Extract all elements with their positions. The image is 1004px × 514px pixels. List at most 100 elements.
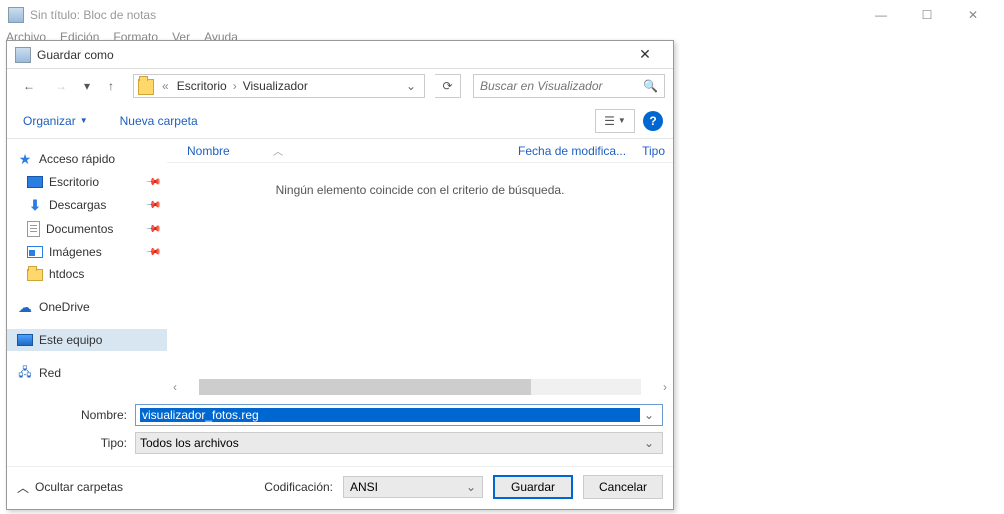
notepad-icon bbox=[8, 7, 24, 23]
new-folder-button[interactable]: Nueva carpeta bbox=[114, 110, 204, 132]
nav-this-pc-label: Este equipo bbox=[39, 333, 102, 347]
close-button[interactable]: ✕ bbox=[950, 0, 996, 30]
notepad-titlebar[interactable]: Sin título: Bloc de notas — ☐ ✕ bbox=[0, 0, 1004, 30]
encoding-select[interactable]: ANSI ⌄ bbox=[343, 476, 483, 498]
nav-item-imagenes[interactable]: Imágenes 📌 bbox=[7, 241, 167, 263]
encoding-dropdown[interactable]: ⌄ bbox=[466, 480, 476, 494]
view-controls: ☰ ▼ ? bbox=[595, 109, 663, 133]
filename-input[interactable]: visualizador_fotos.reg ⌄ bbox=[135, 404, 663, 426]
scrollbar-track[interactable] bbox=[199, 379, 641, 395]
nav-network-label: Red bbox=[39, 366, 61, 380]
download-icon: ⬇ bbox=[27, 197, 43, 213]
column-modified[interactable]: Fecha de modifica... bbox=[510, 144, 634, 158]
desktop-icon bbox=[27, 176, 43, 188]
file-list-header: Nombre ︿ Fecha de modifica... Tipo bbox=[167, 139, 673, 163]
nav-item-label: Imágenes bbox=[49, 245, 102, 259]
nav-item-label: Escritorio bbox=[49, 175, 99, 189]
filename-label: Nombre: bbox=[17, 408, 135, 422]
dialog-fields: Nombre: visualizador_fotos.reg ⌄ Tipo: T… bbox=[7, 396, 673, 466]
column-name-label: Nombre bbox=[187, 144, 230, 158]
cancel-button[interactable]: Cancelar bbox=[583, 475, 663, 499]
star-icon: ★ bbox=[17, 151, 33, 167]
dialog-icon bbox=[15, 47, 31, 63]
nav-item-escritorio[interactable]: Escritorio 📌 bbox=[7, 171, 167, 193]
onedrive-icon: ☁ bbox=[17, 299, 33, 315]
pc-icon bbox=[17, 334, 33, 346]
chevron-up-icon: ︿ bbox=[17, 479, 29, 496]
footer-right: Codificación: ANSI ⌄ Guardar Cancelar bbox=[264, 475, 663, 499]
pin-icon: 📌 bbox=[144, 221, 161, 238]
help-button[interactable]: ? bbox=[643, 111, 663, 131]
dialog-navbar: ← → ▾ ↑ « Escritorio › Visualizador ⌄ ⟳ … bbox=[7, 69, 673, 103]
organize-button[interactable]: Organizar ▼ bbox=[17, 110, 94, 132]
save-as-dialog: Guardar como ✕ ← → ▾ ↑ « Escritorio › Vi… bbox=[6, 40, 674, 510]
breadcrumb-visualizador[interactable]: Visualizador bbox=[239, 79, 312, 93]
hide-folders-label: Ocultar carpetas bbox=[35, 480, 123, 494]
column-name[interactable]: Nombre ︿ bbox=[179, 143, 510, 158]
folder-icon bbox=[138, 79, 154, 95]
horizontal-scrollbar[interactable]: ‹ › bbox=[167, 378, 673, 396]
nav-recent-dropdown[interactable]: ▾ bbox=[79, 73, 95, 99]
address-dropdown[interactable]: ⌄ bbox=[402, 79, 420, 93]
images-icon bbox=[27, 246, 43, 258]
filetype-dropdown[interactable]: ⌄ bbox=[640, 436, 658, 450]
scroll-right-icon[interactable]: › bbox=[657, 379, 673, 395]
sort-indicator-icon: ︿ bbox=[273, 147, 283, 158]
dialog-title: Guardar como bbox=[37, 48, 114, 62]
column-type[interactable]: Tipo bbox=[634, 144, 673, 158]
dialog-titlebar[interactable]: Guardar como ✕ bbox=[7, 41, 673, 69]
nav-quick-access[interactable]: ★ Acceso rápido bbox=[7, 147, 167, 171]
minimize-button[interactable]: — bbox=[858, 0, 904, 30]
dialog-toolbar: Organizar ▼ Nueva carpeta ☰ ▼ ? bbox=[7, 103, 673, 139]
dialog-body: ★ Acceso rápido Escritorio 📌 ⬇ Descargas… bbox=[7, 139, 673, 396]
network-icon: 🖧 bbox=[17, 365, 33, 381]
filename-value[interactable]: visualizador_fotos.reg bbox=[140, 408, 640, 422]
chevron-down-icon: ▼ bbox=[80, 116, 88, 125]
pin-icon: 📌 bbox=[144, 197, 161, 214]
nav-onedrive-label: OneDrive bbox=[39, 300, 90, 314]
search-input[interactable] bbox=[480, 79, 639, 93]
encoding-label: Codificación: bbox=[264, 480, 333, 494]
save-button[interactable]: Guardar bbox=[493, 475, 573, 499]
nav-back-button[interactable]: ← bbox=[15, 73, 43, 99]
folder-icon bbox=[27, 269, 43, 281]
dialog-footer: ︿ Ocultar carpetas Codificación: ANSI ⌄ … bbox=[7, 466, 673, 509]
nav-item-htdocs[interactable]: htdocs bbox=[7, 263, 167, 285]
breadcrumb-back[interactable]: « bbox=[158, 79, 173, 93]
file-list-pane: Nombre ︿ Fecha de modifica... Tipo Ningú… bbox=[167, 139, 673, 396]
filename-row: Nombre: visualizador_fotos.reg ⌄ bbox=[17, 404, 663, 426]
notepad-title: Sin título: Bloc de notas bbox=[30, 8, 156, 22]
address-bar[interactable]: « Escritorio › Visualizador ⌄ bbox=[133, 74, 425, 98]
nav-item-documentos[interactable]: Documentos 📌 bbox=[7, 217, 167, 241]
encoding-value: ANSI bbox=[350, 480, 378, 494]
navigation-pane[interactable]: ★ Acceso rápido Escritorio 📌 ⬇ Descargas… bbox=[7, 139, 167, 396]
organize-label: Organizar bbox=[23, 114, 76, 128]
nav-network[interactable]: 🖧 Red bbox=[7, 361, 167, 385]
breadcrumb-escritorio[interactable]: Escritorio bbox=[173, 79, 231, 93]
nav-item-descargas[interactable]: ⬇ Descargas 📌 bbox=[7, 193, 167, 217]
pin-icon: 📌 bbox=[144, 244, 161, 261]
filetype-row: Tipo: Todos los archivos ⌄ bbox=[17, 432, 663, 454]
nav-forward-button[interactable]: → bbox=[47, 73, 75, 99]
new-folder-label: Nueva carpeta bbox=[120, 114, 198, 128]
dialog-close-button[interactable]: ✕ bbox=[625, 42, 665, 68]
filetype-label: Tipo: bbox=[17, 436, 135, 450]
nav-item-label: htdocs bbox=[49, 267, 84, 281]
nav-this-pc[interactable]: Este equipo bbox=[7, 329, 167, 351]
filetype-value: Todos los archivos bbox=[140, 436, 640, 450]
search-box[interactable]: 🔍 bbox=[473, 74, 665, 98]
document-icon bbox=[27, 221, 40, 237]
filename-dropdown[interactable]: ⌄ bbox=[640, 408, 658, 422]
view-mode-button[interactable]: ☰ ▼ bbox=[595, 109, 635, 133]
empty-message: Ningún elemento coincide con el criterio… bbox=[167, 163, 673, 378]
scrollbar-thumb[interactable] bbox=[199, 379, 531, 395]
scroll-left-icon[interactable]: ‹ bbox=[167, 379, 183, 395]
hide-folders-toggle[interactable]: ︿ Ocultar carpetas bbox=[17, 479, 123, 496]
search-icon[interactable]: 🔍 bbox=[643, 79, 658, 93]
nav-onedrive[interactable]: ☁ OneDrive bbox=[7, 295, 167, 319]
filetype-select[interactable]: Todos los archivos ⌄ bbox=[135, 432, 663, 454]
nav-up-button[interactable]: ↑ bbox=[99, 73, 123, 99]
nav-item-label: Documentos bbox=[46, 222, 113, 236]
maximize-button[interactable]: ☐ bbox=[904, 0, 950, 30]
refresh-button[interactable]: ⟳ bbox=[435, 74, 461, 98]
